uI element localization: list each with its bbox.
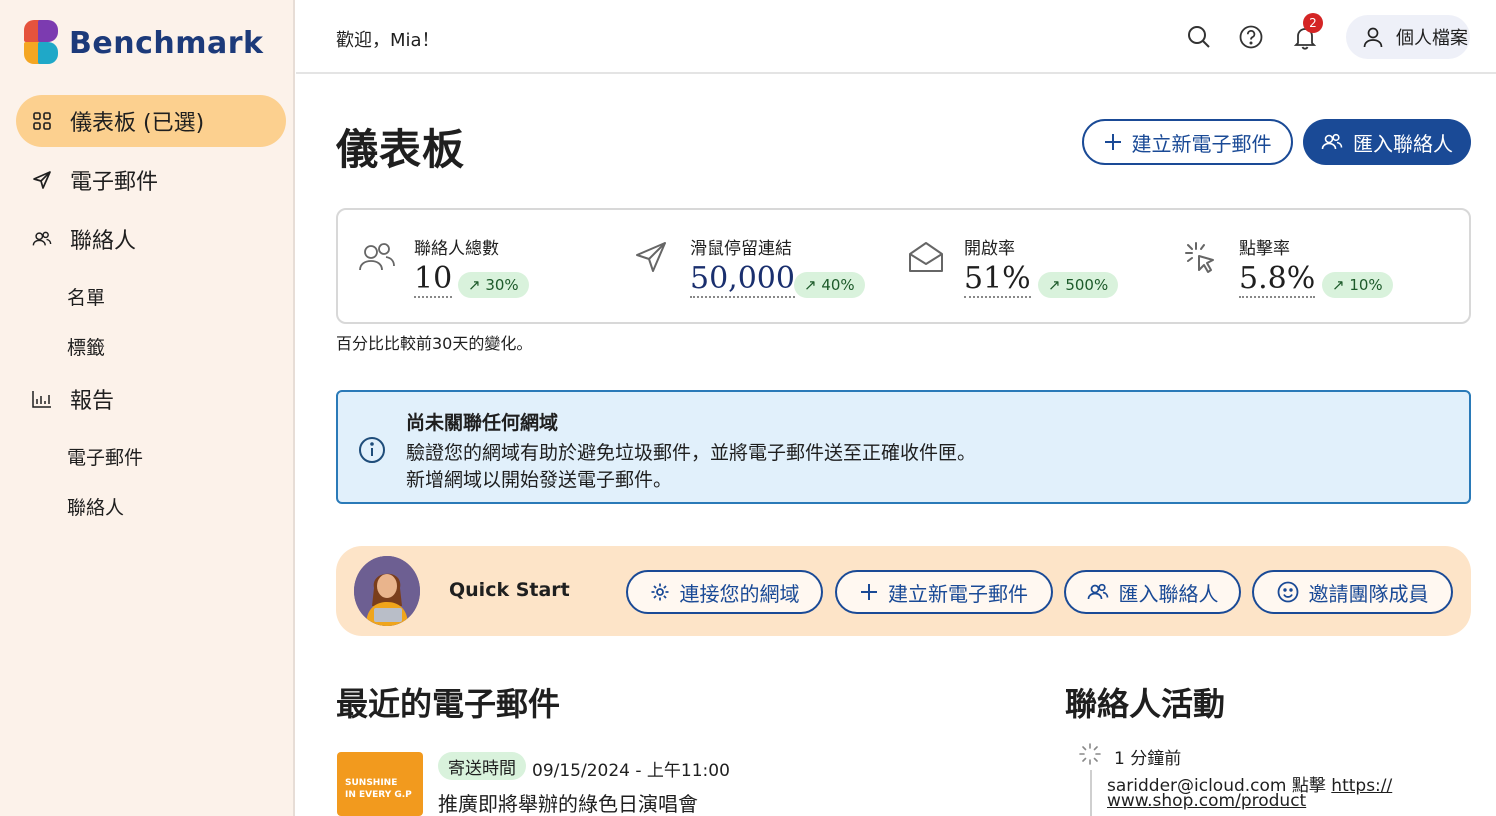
email-subject[interactable]: 推廣即將舉辦的綠色日演唱會	[438, 788, 698, 816]
avatar	[354, 556, 420, 626]
trend-up-icon: ↗	[1332, 276, 1350, 294]
top-header: 歡迎，Mia！ 2 個人檔案	[296, 0, 1496, 74]
connect-domain-button[interactable]: 連接您的網域	[626, 570, 823, 614]
trend-up-icon: ↗	[1048, 276, 1066, 294]
info-icon	[358, 436, 386, 464]
smile-icon	[1277, 581, 1298, 603]
contacts-icon	[358, 240, 398, 280]
send-time: 09/15/2024 - 上午11:00	[532, 761, 730, 781]
gear-icon	[651, 583, 668, 601]
stat-delta: ↗ 30%	[458, 272, 529, 298]
profile-label: 個人檔案	[1396, 28, 1468, 49]
sidebar-subitem-contact-reports[interactable]: 聯絡人	[67, 493, 124, 520]
stats-panel: 聯絡人總數 10 ↗ 30% 滑鼠停留連結 50,000 ↗ 40% 開啟率 5…	[336, 208, 1471, 324]
trend-up-icon: ↗	[804, 276, 822, 294]
quick-import-contacts-button[interactable]: 匯入聯絡人	[1064, 570, 1241, 614]
sidebar-subitem-tags[interactable]: 標籤	[67, 333, 105, 360]
send-time-badge: 寄送時間	[438, 752, 526, 780]
sidebar-item-dashboard[interactable]: 儀表板 (已選)	[16, 95, 286, 147]
alert-line: 驗證您的網域有助於避免垃圾郵件，並將電子郵件送至正確收件匣。	[406, 442, 977, 464]
bar-chart-icon	[32, 389, 52, 409]
contacts-icon	[1087, 583, 1108, 600]
grid-icon	[32, 111, 52, 131]
sidebar-item-label: 儀表板 (已選)	[70, 111, 205, 136]
sidebar-item-reports[interactable]: 報告	[16, 373, 286, 425]
search-icon[interactable]	[1186, 24, 1212, 50]
invite-team-button[interactable]: 邀請團隊成員	[1252, 570, 1453, 614]
sidebar-item-label: 聯絡人	[70, 229, 137, 254]
stat-label: 開啟率	[964, 239, 1015, 259]
brand-logo[interactable]: Benchmark	[24, 20, 263, 66]
sidebar-item-label: 報告	[70, 389, 115, 414]
stats-note: 百分比比較前30天的變化。	[336, 334, 533, 353]
import-contacts-button[interactable]: 匯入聯絡人	[1303, 119, 1471, 165]
quick-start-label: Quick Start	[449, 579, 570, 601]
profile-button[interactable]: 個人檔案	[1346, 15, 1470, 59]
activity-link-cont[interactable]: www.shop.com/product	[1107, 791, 1306, 811]
email-thumbnail[interactable]: SUNSHINE IN EVERY G.P	[337, 752, 423, 816]
sidebar-subitem-lists[interactable]: 名單	[67, 283, 105, 310]
page-title: 儀表板	[336, 125, 466, 174]
sidebar-item-contacts[interactable]: 聯絡人	[16, 213, 286, 265]
help-icon[interactable]	[1238, 24, 1264, 50]
contacts-icon	[1321, 133, 1343, 150]
plus-icon	[1104, 134, 1121, 150]
stat-label: 點擊率	[1239, 239, 1290, 259]
stat-delta: ↗ 500%	[1038, 272, 1119, 298]
logo-icon	[24, 20, 60, 66]
create-email-button[interactable]: 建立新電子郵件	[1082, 119, 1293, 165]
open-envelope-icon	[908, 240, 948, 280]
activity-time: 1 分鐘前	[1114, 749, 1182, 769]
stat-value[interactable]: 50,000	[690, 262, 795, 298]
plus-icon	[861, 584, 877, 600]
send-icon	[634, 240, 674, 280]
recent-emails-title: 最近的電子郵件	[336, 685, 561, 723]
sidebar-item-label: 電子郵件	[70, 170, 159, 195]
quick-start-bar: Quick Start 連接您的網域 建立新電子郵件 匯入聯絡人 邀請團隊成員	[336, 546, 1471, 636]
cursor-click-icon	[1183, 240, 1223, 280]
stat-label: 滑鼠停留連結	[690, 239, 792, 259]
stat-delta: ↗ 40%	[794, 272, 865, 298]
contacts-icon	[32, 229, 52, 249]
stat-value[interactable]: 5.8%	[1239, 262, 1316, 298]
activity-timeline-line	[1090, 770, 1092, 816]
stat-delta: ↗ 10%	[1322, 272, 1393, 298]
user-icon	[1363, 27, 1383, 48]
quick-create-email-button[interactable]: 建立新電子郵件	[835, 570, 1053, 614]
notification-badge: 2	[1303, 13, 1323, 33]
brand-name: Benchmark	[69, 25, 264, 61]
trend-up-icon: ↗	[468, 276, 486, 294]
alert-title: 尚未關聯任何網域	[406, 412, 559, 434]
activity-link[interactable]: https://	[1331, 776, 1392, 796]
sidebar-subitem-email-reports[interactable]: 電子郵件	[67, 443, 143, 470]
sidebar-item-email[interactable]: 電子郵件	[16, 154, 286, 206]
send-icon	[32, 170, 52, 190]
contact-activity-title: 聯絡人活動	[1065, 685, 1226, 723]
sidebar: Benchmark 儀表板 (已選) 電子郵件 聯絡人 名單 標籤 報告 電子郵…	[0, 0, 295, 816]
stat-value[interactable]: 10	[414, 262, 453, 298]
cursor-click-icon	[1078, 742, 1102, 766]
welcome-text: 歡迎，Mia！	[336, 30, 440, 51]
alert-line: 新增網域以開始發送電子郵件。	[406, 469, 673, 491]
stat-label: 聯絡人總數	[414, 239, 499, 259]
domain-alert: 尚未關聯任何網域 驗證您的網域有助於避免垃圾郵件，並將電子郵件送至正確收件匣。 …	[336, 390, 1471, 504]
stat-value[interactable]: 51%	[964, 262, 1031, 298]
